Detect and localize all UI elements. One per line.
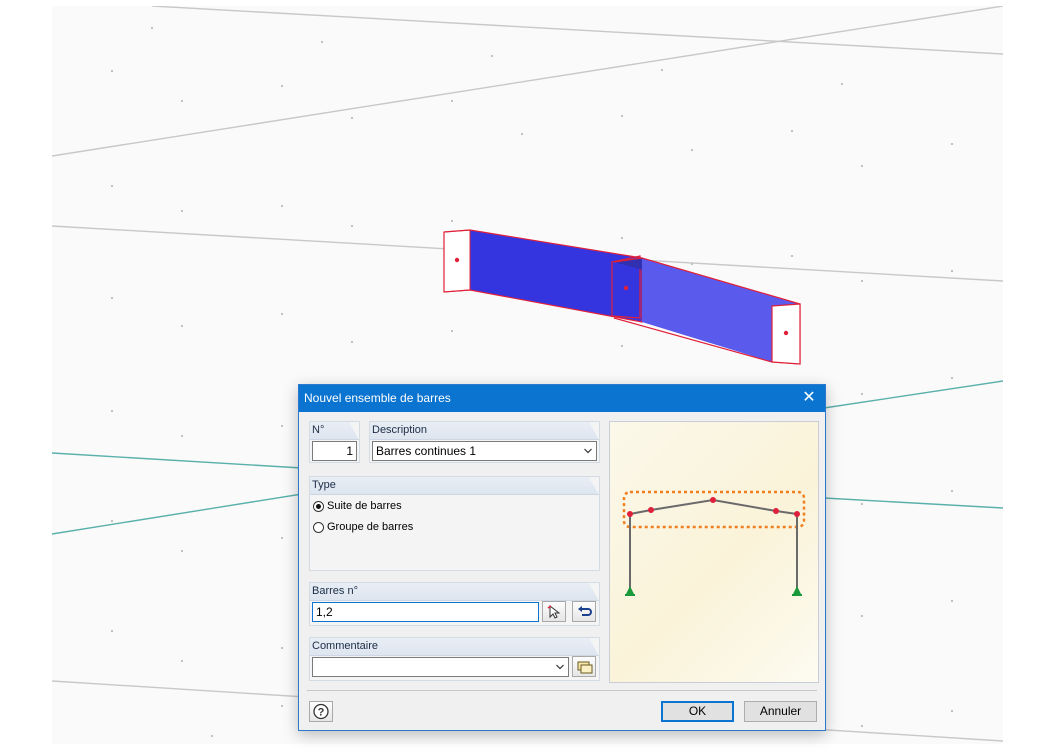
frame-preview-diagram [622, 490, 806, 596]
comment-group: Commentaire [309, 637, 600, 681]
dialog-title-bar[interactable]: Nouvel ensemble de barres ✕ [299, 385, 825, 412]
member-1[interactable] [443, 229, 643, 323]
pick-cursor-icon [547, 604, 561, 619]
number-label: N° [312, 424, 325, 436]
radio-member-sequence-label: Suite de barres [327, 500, 402, 512]
number-group: N° 1 [309, 421, 360, 463]
cancel-button[interactable]: Annuler [744, 701, 817, 722]
footer-separator [307, 690, 817, 691]
frame-members [629, 498, 798, 589]
close-button[interactable]: ✕ [797, 387, 821, 409]
description-group: Description Barres continues 1 [369, 421, 600, 463]
radio-member-sequence[interactable]: Suite de barres [313, 500, 402, 512]
radio-member-group[interactable]: Groupe de barres [313, 521, 413, 533]
dialog-title: Nouvel ensemble de barres [304, 391, 451, 405]
radio-indicator[interactable] [313, 500, 324, 512]
description-combobox[interactable]: Barres continues 1 [372, 441, 597, 461]
radio-member-group-label: Groupe de barres [327, 521, 414, 533]
preview-panel [609, 421, 819, 683]
members-input[interactable]: 1,2 [312, 602, 539, 622]
comment-combobox[interactable] [312, 657, 569, 677]
number-input[interactable]: 1 [312, 441, 357, 461]
description-value: Barres continues 1 [376, 444, 477, 458]
chevron-down-icon[interactable] [556, 663, 564, 671]
close-icon: ✕ [802, 389, 816, 406]
ok-button[interactable]: OK [661, 701, 734, 722]
pick-members-button[interactable] [542, 601, 566, 622]
members-label: Barres n° [312, 585, 358, 597]
help-button[interactable]: ? [309, 701, 333, 722]
members-group: Barres n° 1,2 [309, 582, 600, 626]
support-icon [625, 586, 802, 596]
comment-label: Commentaire [312, 640, 379, 652]
comment-library-icon [577, 661, 593, 674]
new-member-set-dialog: Nouvel ensemble de barres ✕ N° 1 Descrip… [298, 384, 826, 731]
help-icon: ? [313, 703, 329, 720]
type-group: Type Suite de barres Groupe de barres [309, 476, 600, 571]
reverse-arrow-icon [578, 606, 592, 616]
comment-library-button[interactable] [572, 656, 596, 677]
chevron-down-icon[interactable] [584, 447, 592, 455]
svg-text:?: ? [318, 707, 325, 719]
frame-nodes [627, 497, 800, 517]
description-label: Description [372, 424, 428, 436]
type-label: Type [312, 479, 336, 491]
reverse-order-button[interactable] [572, 601, 596, 622]
radio-indicator[interactable] [313, 521, 324, 533]
